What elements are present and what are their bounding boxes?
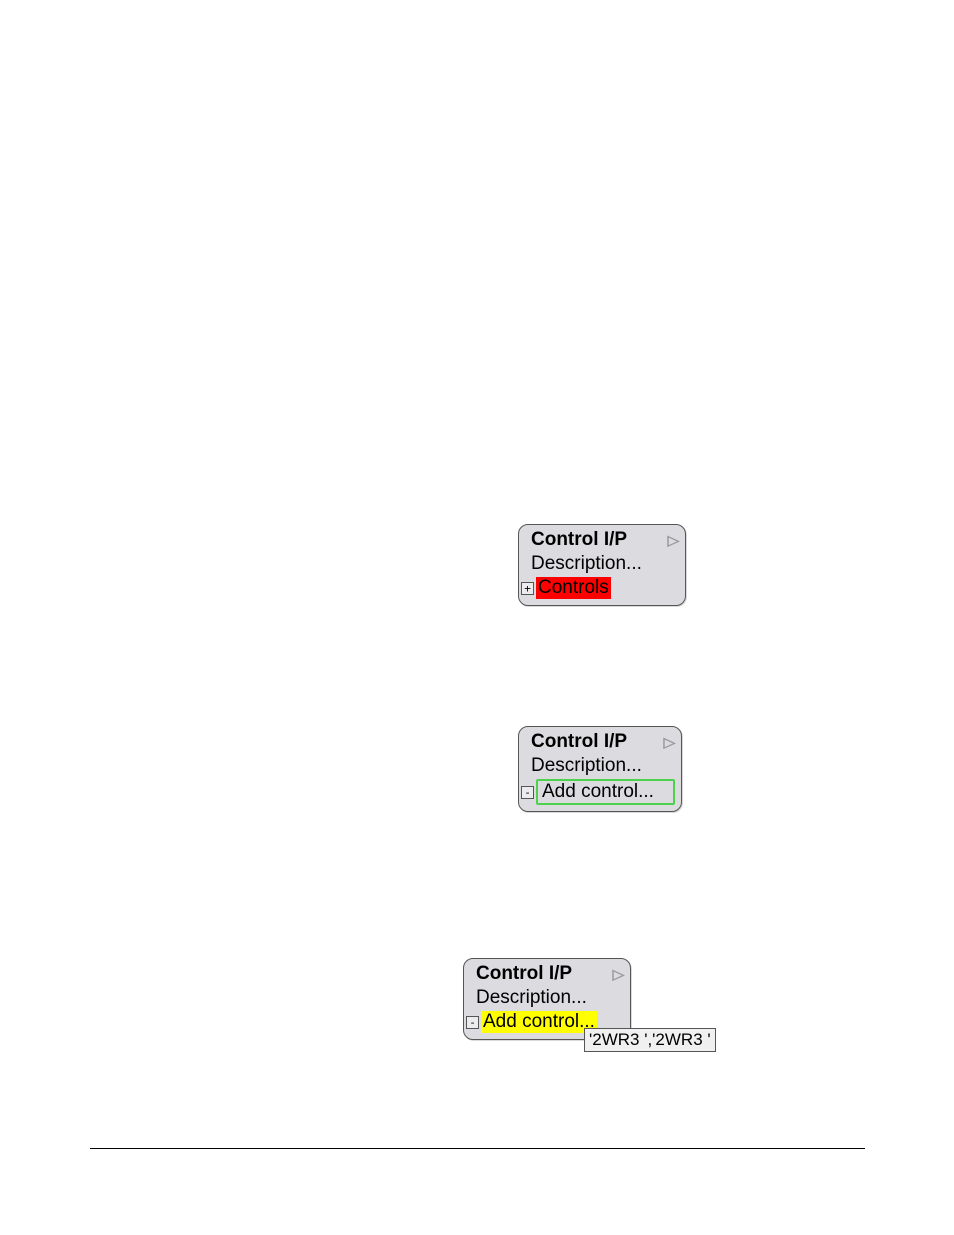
controls-row: + Controls	[521, 577, 679, 599]
controls-row: - Add control...	[521, 779, 675, 805]
description-field[interactable]: Description...	[476, 987, 624, 1009]
control-panel-collapsed: Control I/P ▷ Description... + Controls	[518, 524, 686, 606]
tooltip: '2WR3 ','2WR3 '	[584, 1028, 716, 1052]
controls-field-error[interactable]: Controls	[536, 577, 611, 599]
panel-title-row: Control I/P ▷	[476, 963, 624, 985]
collapse-toggle[interactable]: -	[466, 1016, 479, 1029]
expand-toggle[interactable]: +	[521, 582, 534, 595]
panel-title: Control I/P	[531, 731, 627, 753]
horizontal-rule	[90, 1148, 865, 1149]
control-panel-expanded: Control I/P ▷ Description... - Add contr…	[518, 726, 682, 812]
panel-title: Control I/P	[476, 963, 572, 985]
triangle-icon[interactable]: ▷	[668, 532, 680, 549]
description-field[interactable]: Description...	[531, 755, 675, 777]
panel-title-row: Control I/P ▷	[531, 731, 675, 753]
add-control-field-active[interactable]: Add control...	[536, 779, 675, 805]
panel-title-row: Control I/P ▷	[531, 529, 679, 551]
add-control-field-highlight[interactable]: Add control...	[481, 1011, 597, 1033]
collapse-toggle[interactable]: -	[521, 786, 534, 799]
panel-title: Control I/P	[531, 529, 627, 551]
triangle-icon[interactable]: ▷	[664, 734, 676, 751]
description-field[interactable]: Description...	[531, 553, 679, 575]
triangle-icon[interactable]: ▷	[613, 966, 625, 983]
